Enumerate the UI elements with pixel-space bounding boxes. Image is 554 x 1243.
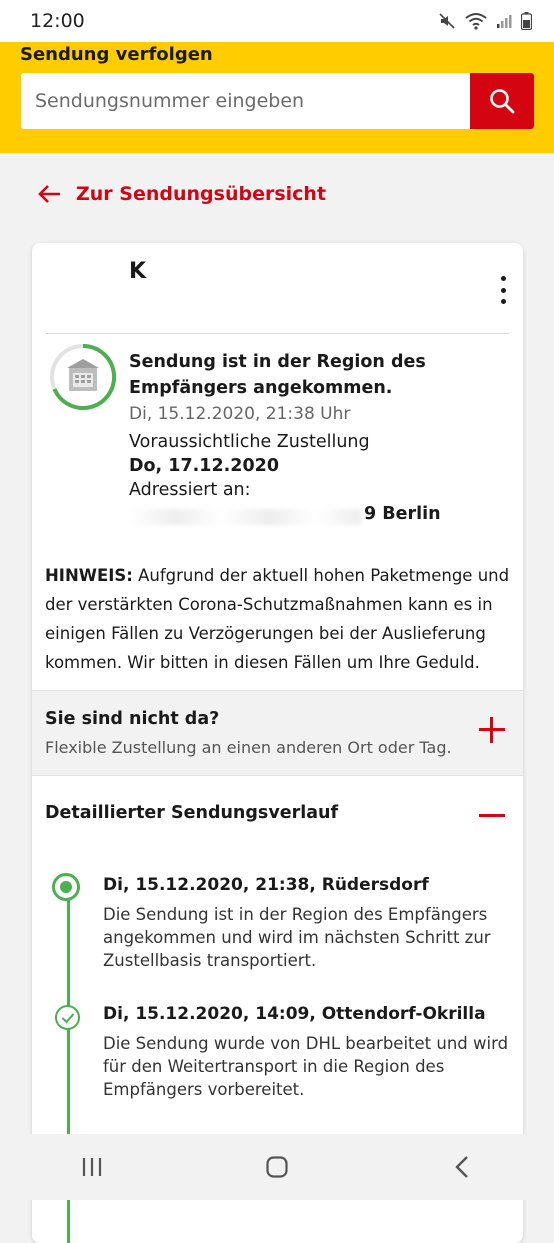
page-title: Sendung verfolgen bbox=[20, 44, 213, 65]
system-nav-bar bbox=[0, 1134, 554, 1200]
address-line: 9 Berlin bbox=[129, 504, 509, 530]
address-visible: 9 Berlin bbox=[364, 504, 441, 524]
status-bar: 12:00 bbox=[0, 0, 554, 42]
address-redacted bbox=[129, 509, 361, 525]
eta-label: Voraussichtliche Zustellung bbox=[129, 432, 370, 452]
signal-icon bbox=[497, 15, 512, 28]
recents-button[interactable] bbox=[62, 1147, 122, 1187]
search-bar bbox=[21, 73, 534, 129]
app-header: Sendung verfolgen bbox=[0, 42, 554, 153]
search-icon bbox=[490, 89, 515, 114]
back-link-label: Zur Sendungsübersicht bbox=[76, 183, 327, 205]
history-event: Di, 15.12.2020, 14:09, Ottendorf-Okrilla… bbox=[103, 1004, 513, 1101]
back-arrow-icon bbox=[38, 185, 60, 203]
shipment-nickname: K bbox=[129, 259, 147, 284]
plus-icon[interactable] bbox=[479, 717, 505, 743]
divider bbox=[46, 333, 509, 334]
timeline-current-dot bbox=[52, 873, 80, 901]
status-headline: Sendung ist in der Region des Empfängers… bbox=[129, 352, 426, 398]
home-icon bbox=[266, 1156, 288, 1178]
tracking-number-input[interactable] bbox=[21, 73, 470, 129]
wifi-icon bbox=[465, 13, 487, 30]
card-header: K bbox=[32, 243, 523, 333]
event-title: Di, 15.12.2020, 21:38, Rüdersdorf bbox=[103, 875, 429, 895]
more-options-icon[interactable] bbox=[499, 276, 507, 304]
shipment-progress-ring-icon bbox=[50, 343, 117, 410]
event-title: Di, 15.12.2020, 14:09, Ottendorf-Okrilla bbox=[103, 1004, 486, 1024]
flexible-delivery-subtitle: Flexible Zustellung an einen anderen Ort… bbox=[45, 738, 452, 757]
event-description: Die Sendung ist in der Region des Empfän… bbox=[103, 905, 491, 970]
home-button[interactable] bbox=[247, 1147, 307, 1187]
status-details: Sendung ist in der Region des Empfängers… bbox=[129, 349, 509, 530]
status-date: Di, 15.12.2020, 21:38 Uhr bbox=[129, 404, 351, 424]
check-icon bbox=[61, 1012, 74, 1023]
timeline-completed-dot bbox=[55, 1005, 80, 1030]
eta-date: Do, 17.12.2020 bbox=[129, 456, 279, 476]
recents-icon bbox=[83, 1158, 102, 1176]
status-icons bbox=[438, 12, 532, 30]
back-nav-button[interactable] bbox=[432, 1147, 492, 1187]
history-event: Di, 15.12.2020, 21:38, Rüdersdorf Die Se… bbox=[103, 875, 513, 972]
event-description: Die Sendung wurde von DHL bearbeitet und… bbox=[103, 1034, 509, 1099]
status-time: 12:00 bbox=[30, 10, 85, 32]
notice: HINWEIS: Aufgrund der aktuell hohen Pake… bbox=[45, 561, 511, 677]
shipment-card: K Sendung ist in der Region des Empfänge… bbox=[32, 243, 523, 1243]
address-label: Adressiert an: bbox=[129, 480, 251, 500]
mute-icon bbox=[439, 13, 455, 29]
history-title: Detaillierter Sendungsverlauf bbox=[45, 803, 339, 823]
battery-icon bbox=[521, 12, 532, 30]
back-nav-icon bbox=[454, 1156, 468, 1178]
flexible-delivery-title: Sie sind nicht da? bbox=[45, 709, 220, 729]
minus-icon[interactable] bbox=[479, 814, 505, 817]
search-button[interactable] bbox=[470, 73, 534, 129]
back-to-overview-link[interactable]: Zur Sendungsübersicht bbox=[38, 183, 326, 205]
flexible-delivery-section[interactable]: Sie sind nicht da? Flexible Zustellung a… bbox=[32, 690, 523, 776]
notice-label: HINWEIS: bbox=[45, 566, 133, 585]
